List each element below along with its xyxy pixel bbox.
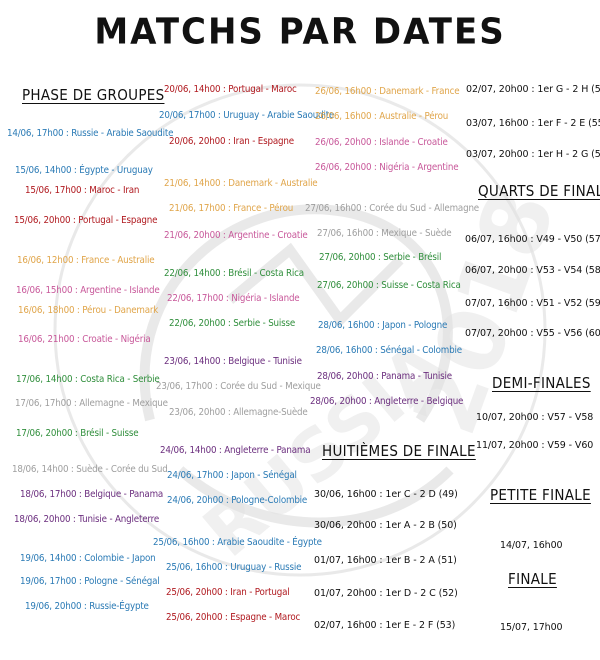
match-item: 15/06, 17h00 : Maroc - Iran — [25, 185, 140, 196]
match-item: 26/06, 16h00 : Australie - Pérou — [315, 111, 449, 122]
header-huitiemes-de-finale: HUITIÈMES DE FINALE — [322, 442, 476, 460]
match-item: 15/06, 20h00 : Portugal - Espagne — [14, 215, 158, 226]
match-item: 22/06, 20h00 : Serbie - Suisse — [169, 318, 296, 329]
match-item: 19/06, 14h00 : Colombie - Japon — [20, 553, 156, 564]
match-item: 16/06, 12h00 : France - Australie — [17, 255, 155, 266]
match-item: 26/06, 20h00 : Islande - Croatie — [315, 137, 448, 148]
match-item: 07/07, 20h00 : V55 - V56 (60) — [465, 328, 600, 339]
match-item: 14/06, 17h00 : Russie - Arabie Saoudite — [7, 128, 174, 139]
header-phase-de-groupes: PHASE DE GROUPES — [22, 86, 165, 104]
match-item: 20/06, 20h00 : Iran - Espagne — [169, 136, 294, 147]
match-item: 21/06, 14h00 : Danemark - Australie — [164, 178, 318, 189]
match-item: 27/06, 20h00 : Serbie - Brésil — [319, 252, 442, 263]
match-item: 18/06, 14h00 : Suède - Corée du Sud — [12, 464, 168, 475]
match-item: 02/07, 16h00 : 1er E - 2 F (53) — [314, 620, 456, 631]
match-item: 07/07, 16h00 : V51 - V52 (59) — [465, 298, 600, 309]
match-item: 25/06, 20h00 : Iran - Portugal — [166, 587, 290, 598]
match-item: 26/06, 16h00 : Danemark - France — [315, 86, 460, 97]
page-title: MATCHS PAR DATES — [94, 11, 506, 53]
match-item: 01/07, 16h00 : 1er B - 2 A (51) — [314, 555, 457, 566]
match-item: 16/06, 15h00 : Argentine - Islande — [16, 285, 160, 296]
match-item: 28/06, 20h00 : Panama - Tunisie — [317, 371, 452, 382]
match-item: 25/06, 16h00 : Arabie Saoudite - Égypte — [153, 537, 322, 548]
match-item: 17/06, 17h00 : Allemagne - Mexique — [15, 398, 168, 409]
match-item: 21/06, 20h00 : Argentine - Croatie — [164, 230, 308, 241]
match-item: 11/07, 20h00 : V59 - V60 — [476, 440, 594, 451]
match-item: 22/06, 17h00 : Nigéria - Islande — [167, 293, 300, 304]
match-item: 06/07, 16h00 : V49 - V50 (57) — [465, 234, 600, 245]
match-item: 20/06, 17h00 : Uruguay - Arabie Saoudite — [159, 110, 335, 121]
match-item: 03/07, 16h00 : 1er F - 2 E (55) — [466, 118, 600, 129]
match-item: 25/06, 16h00 : Uruguay - Russie — [166, 562, 302, 573]
match-item: 14/07, 16h00 — [500, 540, 563, 551]
match-item: 28/06, 20h00 : Angleterre - Belgique — [310, 396, 464, 407]
match-item: 25/06, 20h00 : Espagne - Maroc — [166, 612, 301, 623]
match-item: 19/06, 20h00 : Russie-Égypte — [25, 601, 149, 612]
match-item: 24/06, 17h00 : Japon - Sénégal — [167, 470, 297, 481]
match-item: 06/07, 20h00 : V53 - V54 (58) — [465, 265, 600, 276]
match-item: 23/06, 17h00 : Corée du Sud - Mexique — [156, 381, 321, 392]
header-demi-finales: DEMI-FINALES — [492, 374, 591, 392]
match-item: 24/06, 20h00 : Pologne-Colombie — [167, 495, 308, 506]
match-item: 02/07, 20h00 : 1er G - 2 H (54) — [466, 84, 600, 95]
match-item: 23/06, 14h00 : Belgique - Tunisie — [164, 356, 302, 367]
match-item: 28/06, 16h00 : Japon - Pologne — [318, 320, 448, 331]
match-item: 27/06, 16h00 : Corée du Sud - Allemagne — [305, 203, 479, 214]
header-petite-finale: PETITE FINALE — [490, 486, 591, 504]
match-item: 17/06, 20h00 : Brésil - Suisse — [16, 428, 139, 439]
match-item: 15/07, 17h00 — [500, 622, 563, 633]
match-item: 10/07, 20h00 : V57 - V58 — [476, 412, 594, 423]
match-item: 19/06, 17h00 : Pologne - Sénégal — [20, 576, 160, 587]
match-item: 22/06, 14h00 : Brésil - Costa Rica — [164, 268, 304, 279]
match-item: 27/06, 16h00 : Mexique - Suède — [317, 228, 452, 239]
match-item: 18/06, 17h00 : Belgique - Panama — [20, 489, 164, 500]
match-item: 28/06, 16h00 : Sénégal - Colombie — [316, 345, 462, 356]
header-quarts-de-finale: QUARTS DE FINALE — [478, 182, 600, 200]
match-item: 21/06, 17h00 : France - Pérou — [169, 203, 294, 214]
match-item: 30/06, 20h00 : 1er A - 2 B (50) — [314, 520, 457, 531]
match-item: 27/06, 20h00 : Suisse - Costa Rica — [317, 280, 461, 291]
match-item: 03/07, 20h00 : 1er H - 2 G (56) — [466, 149, 600, 160]
match-item: 30/06, 16h00 : 1er C - 2 D (49) — [314, 489, 458, 500]
match-item: 24/06, 14h00 : Angleterre - Panama — [160, 445, 311, 456]
match-item: 23/06, 20h00 : Allemagne-Suède — [169, 407, 308, 418]
match-item: 16/06, 21h00 : Croatie - Nigéria — [18, 334, 151, 345]
match-item: 16/06, 18h00 : Pérou - Danemark — [18, 305, 159, 316]
header-finale: FINALE — [508, 570, 557, 588]
match-item: 01/07, 20h00 : 1er D - 2 C (52) — [314, 588, 458, 599]
match-item: 17/06, 14h00 : Costa Rica - Serbie — [16, 374, 160, 385]
match-item: 20/06, 14h00 : Portugal - Maroc — [164, 84, 297, 95]
match-item: 15/06, 14h00 : Égypte - Uruguay — [15, 165, 153, 176]
match-item: 18/06, 20h00 : Tunisie - Angleterre — [14, 514, 160, 525]
match-item: 26/06, 20h00 : Nigéria - Argentine — [315, 162, 459, 173]
